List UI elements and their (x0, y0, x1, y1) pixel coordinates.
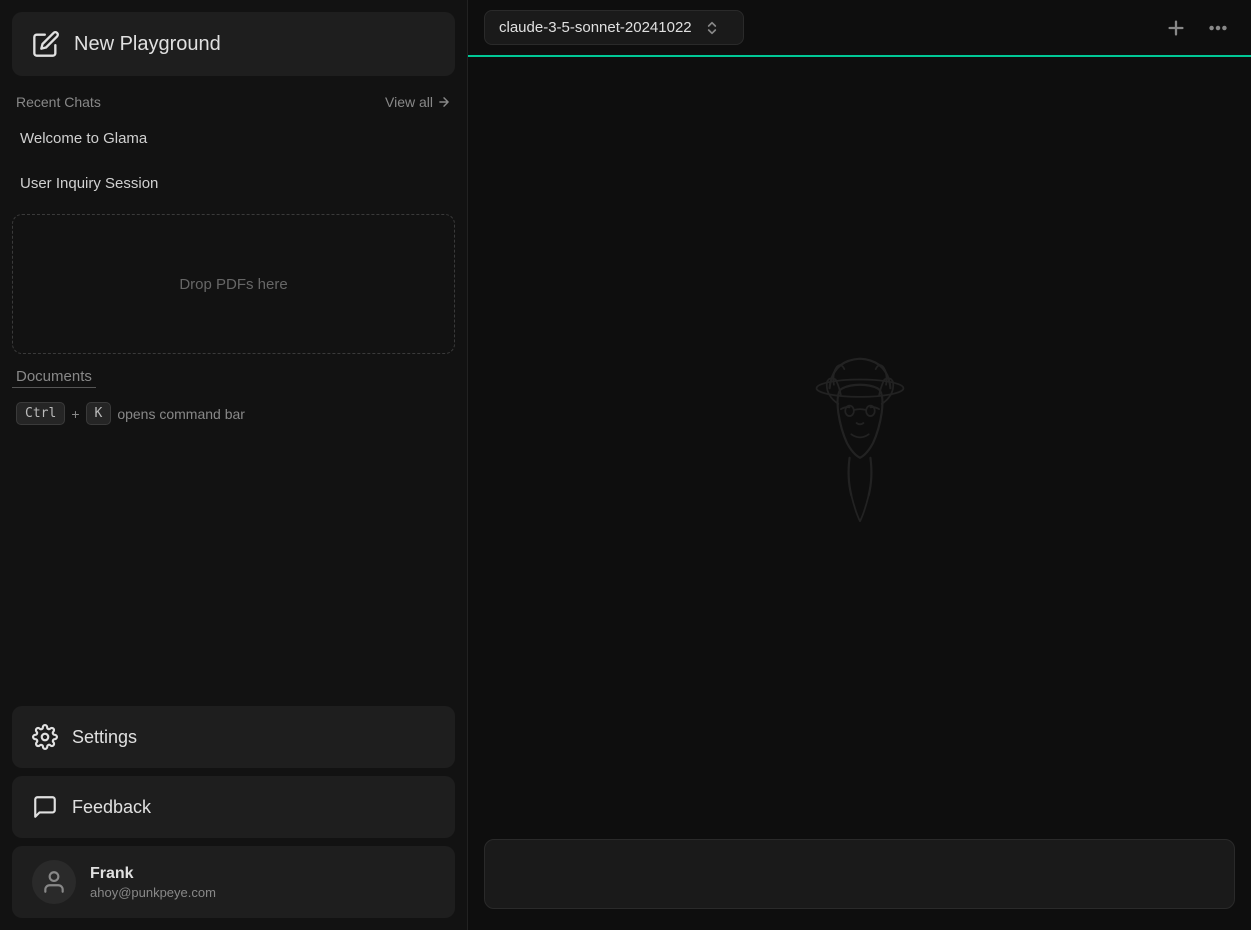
documents-link[interactable]: Documents (12, 366, 96, 388)
chat-item-welcome[interactable]: Welcome to Glama (12, 120, 455, 157)
user-profile-button[interactable]: Frank ahoy@punkpeye.com (12, 846, 455, 918)
new-playground-label: New Playground (74, 33, 221, 56)
settings-label: Settings (72, 727, 137, 748)
keyboard-hint: Ctrl + K opens command bar (12, 396, 455, 431)
avatar (32, 860, 76, 904)
main-area: claude-3-5-sonnet-20241022 (468, 0, 1251, 930)
pdf-drop-zone[interactable]: Drop PDFs here (12, 214, 455, 354)
user-icon (41, 869, 67, 895)
message-input[interactable] (484, 839, 1235, 909)
documents-label: Documents (16, 368, 92, 385)
settings-button[interactable]: Settings (12, 706, 455, 768)
input-bar (468, 829, 1251, 930)
new-playground-button[interactable]: New Playground (12, 12, 455, 76)
plus-symbol: + (71, 406, 79, 422)
arrow-right-icon (437, 95, 451, 109)
recent-chats-header: Recent Chats View all (12, 88, 455, 112)
user-info: Frank ahoy@punkpeye.com (90, 865, 216, 900)
more-options-button[interactable] (1201, 11, 1235, 45)
edit-icon (32, 30, 60, 58)
gear-icon (32, 724, 58, 750)
sidebar-spacer (12, 439, 455, 698)
content-area (468, 57, 1251, 829)
user-name: Frank (90, 865, 216, 883)
drop-zone-label: Drop PDFs here (179, 276, 287, 293)
keyboard-hint-text: opens command bar (117, 406, 245, 422)
chat-item-user-inquiry[interactable]: User Inquiry Session (12, 165, 455, 202)
add-button[interactable] (1159, 11, 1193, 45)
plus-icon (1165, 17, 1187, 39)
k-key: K (86, 402, 112, 425)
feedback-button[interactable]: Feedback (12, 776, 455, 838)
view-all-link[interactable]: View all (385, 94, 451, 110)
user-email: ahoy@punkpeye.com (90, 885, 216, 900)
feedback-icon (32, 794, 58, 820)
top-bar: claude-3-5-sonnet-20241022 (468, 0, 1251, 57)
ellipsis-icon (1207, 17, 1229, 39)
sidebar: New Playground Recent Chats View all Wel… (0, 0, 468, 930)
recent-chats-title: Recent Chats (16, 94, 101, 110)
llama-logo (760, 343, 960, 543)
feedback-label: Feedback (72, 797, 151, 818)
ctrl-key: Ctrl (16, 402, 65, 425)
view-all-label: View all (385, 94, 433, 110)
chevron-updown-icon (704, 20, 720, 36)
model-selector[interactable]: claude-3-5-sonnet-20241022 (484, 10, 744, 45)
model-name: claude-3-5-sonnet-20241022 (499, 19, 692, 36)
